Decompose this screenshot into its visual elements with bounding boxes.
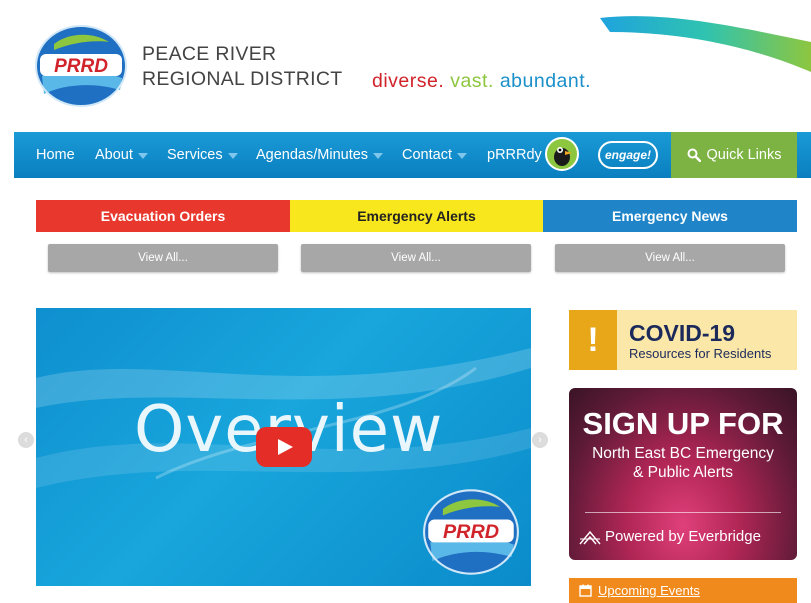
main-nav: Home About Services Agendas/Minutes Cont… — [14, 132, 811, 178]
nav-prrrdy[interactable]: pRRRdy — [487, 147, 542, 163]
search-icon — [687, 148, 701, 162]
view-all-news-button[interactable]: View All... — [555, 244, 785, 272]
video-logo-text: PRRD — [443, 521, 499, 543]
emergency-signup-banner[interactable]: SIGN UP FOR North East BC Emergency & Pu… — [569, 388, 797, 560]
prrrdy-bird-icon[interactable] — [545, 137, 579, 171]
tagline: diverse. vast. abundant. — [372, 70, 591, 93]
site-name-line2: REGIONAL DISTRICT — [142, 68, 343, 90]
engage-label: engage! — [604, 148, 651, 162]
chevron-down-icon — [373, 153, 384, 159]
tagline-vast: vast. — [450, 70, 494, 92]
view-all-label: View All... — [645, 252, 695, 264]
covid-title: COVID-19 — [629, 320, 736, 346]
tab-emergency-alerts[interactable]: Emergency Alerts — [290, 200, 543, 232]
nav-contact[interactable]: Contact — [402, 147, 467, 163]
nav-agendas-label: Agendas/Minutes — [256, 147, 369, 163]
signup-desc-line2: & Public Alerts — [633, 464, 733, 481]
nav-agendas-minutes[interactable]: Agendas/Minutes — [256, 147, 384, 163]
overview-video[interactable]: Overview PRRD — [36, 308, 531, 586]
everbridge-icon — [579, 530, 601, 545]
view-all-evacuation-button[interactable]: View All... — [48, 244, 278, 272]
tab-emergency-alerts-label: Emergency Alerts — [357, 208, 476, 224]
nav-about[interactable]: About — [95, 147, 148, 163]
chevron-down-icon — [456, 153, 467, 159]
prrd-logo[interactable]: PRRD — [34, 24, 128, 108]
upcoming-events-label: Upcoming Events — [598, 583, 700, 598]
covid-resources-banner[interactable]: ! COVID-19 Resources for Residents — [569, 310, 797, 370]
view-all-alerts-button[interactable]: View All... — [301, 244, 531, 272]
nav-home-label: Home — [36, 147, 75, 163]
quick-links-button[interactable]: Quick Links — [671, 132, 797, 178]
calendar-icon — [579, 584, 592, 597]
view-all-label: View All... — [138, 252, 188, 264]
quick-links-label: Quick Links — [706, 147, 782, 163]
nav-contact-label: Contact — [402, 147, 452, 163]
upcoming-events-link[interactable]: Upcoming Events — [569, 578, 797, 603]
tab-emergency-news-label: Emergency News — [612, 208, 728, 224]
tab-emergency-news[interactable]: Emergency News — [543, 200, 797, 232]
nav-home[interactable]: Home — [36, 147, 75, 163]
chevron-left-icon: ‹ — [24, 434, 28, 446]
carousel-next-button[interactable]: › — [532, 432, 548, 448]
carousel-prev-button[interactable]: ‹ — [18, 432, 34, 448]
nav-services[interactable]: Services — [167, 147, 238, 163]
engage-button[interactable]: engage! — [598, 141, 658, 169]
chevron-down-icon — [137, 153, 148, 159]
nav-services-label: Services — [167, 147, 223, 163]
tagline-abundant: abundant. — [499, 70, 592, 92]
header-swoosh — [600, 16, 811, 72]
logo-text: PRRD — [54, 56, 108, 77]
nav-prrrdy-label: pRRRdy — [487, 147, 542, 163]
site-name: PEACE RIVER REGIONAL DISTRICT — [142, 42, 342, 92]
covid-subtitle: Resources for Residents — [629, 346, 772, 361]
chevron-down-icon — [227, 153, 238, 159]
signup-description: North East BC Emergency & Public Alerts — [569, 444, 797, 482]
exclamation-icon: ! — [569, 310, 617, 370]
tagline-diverse: diverse. — [372, 70, 445, 92]
view-all-label: View All... — [391, 252, 441, 264]
tab-evacuation-orders-label: Evacuation Orders — [100, 208, 226, 224]
tab-evacuation-orders[interactable]: Evacuation Orders — [36, 200, 290, 232]
chevron-right-icon: › — [538, 434, 542, 446]
powered-by-text: Powered by Everbridge — [605, 528, 761, 545]
video-prrd-logo: PRRD — [423, 489, 519, 575]
site-name-line1: PEACE RIVER — [142, 43, 277, 65]
signup-divider — [585, 512, 781, 513]
play-button[interactable] — [256, 427, 312, 467]
signup-desc-line1: North East BC Emergency — [592, 445, 774, 462]
signup-title: SIGN UP FOR — [582, 406, 784, 441]
nav-about-label: About — [95, 147, 133, 163]
